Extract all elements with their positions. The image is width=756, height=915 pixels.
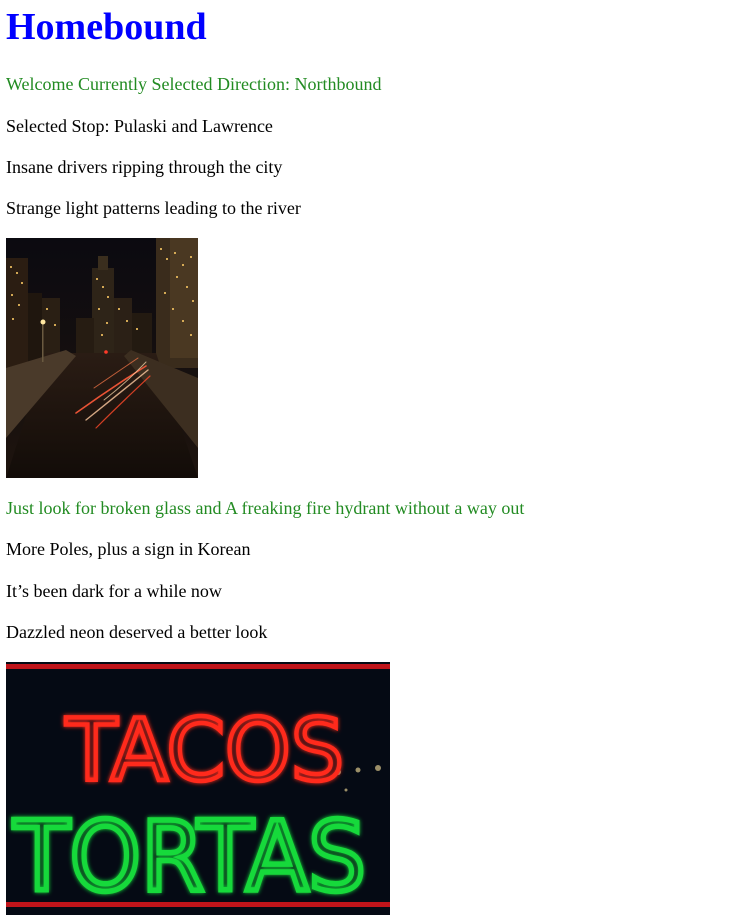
selected-stop-text: Selected Stop: Pulaski and Lawrence <box>6 116 273 136</box>
neon-text: Dazzled neon deserved a better look <box>6 622 268 642</box>
dark-text: It’s been dark for a while now <box>6 581 222 601</box>
page-title: Homebound <box>6 6 207 48</box>
welcome-text: Welcome Currently Selected Direction: No… <box>6 74 382 94</box>
neon-sign-top: TACOS <box>65 701 344 801</box>
city-night-image <box>6 238 198 478</box>
light-patterns-text: Strange light patterns leading to the ri… <box>6 198 301 218</box>
drivers-text: Insane drivers ripping through the city <box>6 157 283 177</box>
broken-glass-text: Just look for broken glass and A freakin… <box>6 498 525 518</box>
neon-sign-bottom: TORTAS <box>13 801 366 913</box>
korean-sign-text: More Poles, plus a sign in Korean <box>6 539 251 559</box>
neon-sign-image: TACOS TORTAS <box>6 662 390 915</box>
